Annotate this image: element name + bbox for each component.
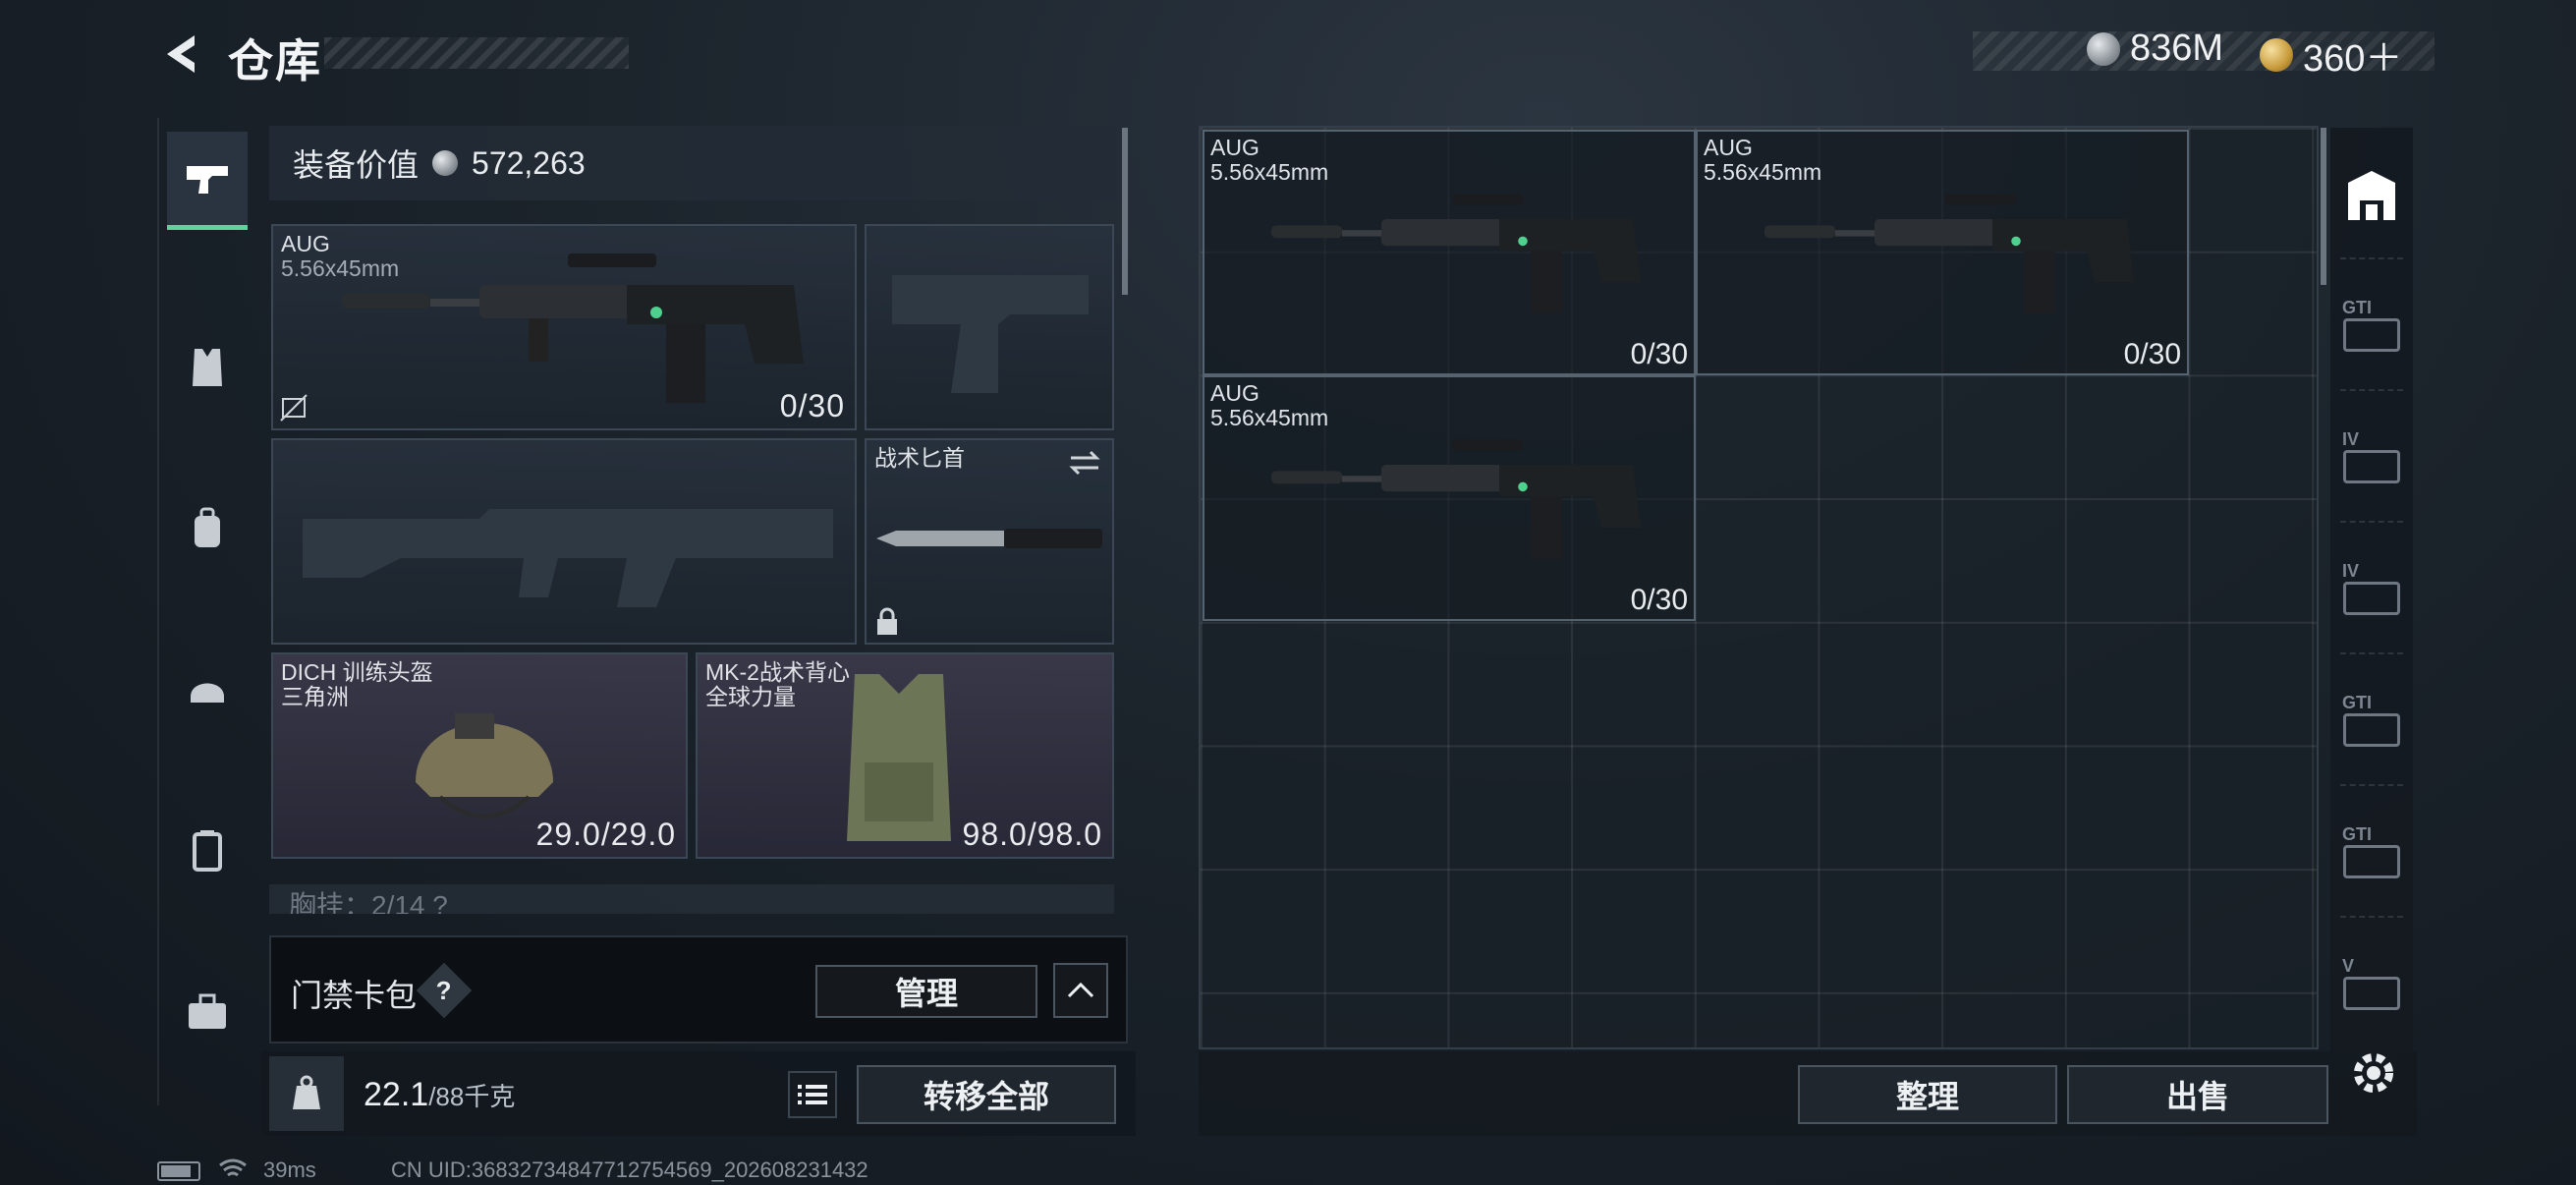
weight-current: 22.1 <box>364 1076 429 1113</box>
backpack-icon <box>195 507 220 547</box>
rail-storage-4[interactable]: GTI <box>2336 670 2407 768</box>
rail-storage-3[interactable]: IV <box>2336 538 2407 637</box>
toolbox-icon <box>189 993 226 1029</box>
safe-box-icon <box>2343 976 2400 1010</box>
weight-max: /88千克 <box>428 1082 516 1111</box>
sidearm-slot[interactable] <box>865 224 1114 430</box>
sort-button[interactable]: 整理 <box>1798 1065 2057 1124</box>
ping-readout: 39ms <box>263 1157 316 1182</box>
pistol-icon <box>187 165 228 194</box>
inventory-item[interactable]: AUG 5.56x45mm 0/30 <box>1203 375 1696 621</box>
rail-storage-1[interactable]: GTI <box>2336 275 2407 373</box>
equipment-value-label: 装备价值 <box>293 147 420 183</box>
storage-box-icon <box>2343 449 2400 483</box>
lock-icon <box>877 607 897 635</box>
user-uid: CN UID:3683273484771275456​9_20260823143… <box>391 1157 868 1182</box>
vest-slot[interactable]: MK-2战术背心 全球力量 98.0/98.0 <box>696 652 1114 859</box>
silver-coin-icon <box>2087 31 2120 66</box>
pistol-silhouette-icon <box>892 275 1089 393</box>
vest-icon <box>193 349 222 386</box>
help-icon: ? <box>436 975 452 1005</box>
case-icon <box>193 830 222 872</box>
rail-storage-2[interactable]: IV <box>2336 407 2407 505</box>
helmet-slot[interactable]: DICH 训练头盔 三角洲 29.0/29.0 <box>271 652 688 859</box>
vest-subtitle: 全球力量 <box>705 684 796 709</box>
rail-backpack[interactable] <box>167 480 248 578</box>
category-rail <box>157 118 255 1105</box>
inventory-item[interactable]: AUG 5.56x45mm 0/30 <box>1696 130 2189 375</box>
list-view-button[interactable] <box>788 1071 837 1118</box>
chevron-up-icon <box>1067 982 1094 998</box>
combat-knife-icon <box>876 529 1102 548</box>
rail-container[interactable] <box>167 802 248 900</box>
page-title: 仓库 <box>228 35 322 86</box>
rail-storage-6[interactable]: V <box>2336 933 2407 1032</box>
silver-coin-icon <box>432 150 459 176</box>
helmet-icon <box>191 683 224 703</box>
inventory-item[interactable]: AUG 5.56x45mm 0/30 <box>1203 130 1696 375</box>
wifi-icon <box>219 1158 247 1177</box>
secondary-weapon-slot[interactable] <box>271 438 857 645</box>
storage-box-icon <box>2343 317 2400 352</box>
rail-storage-5[interactable]: GTI <box>2336 802 2407 900</box>
aug-rifle-icon <box>1271 194 1641 313</box>
manage-button[interactable]: 管理 <box>815 965 1037 1018</box>
no-attachment-icon <box>280 394 308 422</box>
vest-name: MK-2战术背心 <box>705 659 850 685</box>
rail-helmet[interactable] <box>167 641 248 739</box>
aug-rifle-icon <box>1764 194 2134 313</box>
aug-rifle-icon <box>342 254 804 403</box>
weight-readout: 22.1/88千克 <box>364 1076 515 1114</box>
item-name: AUG <box>1704 135 1753 160</box>
silver-amount: 836M <box>2130 28 2224 69</box>
chest-rig-row[interactable]: 胸挂：2/14 ? <box>269 884 1114 914</box>
aug-rifle-icon <box>1271 439 1641 559</box>
gold-currency[interactable]: 360＋ <box>2260 28 2402 82</box>
rail-weapons[interactable] <box>167 132 248 230</box>
weight-kg-icon <box>269 1056 344 1131</box>
equipment-value-amount: 572,263 <box>472 144 586 181</box>
battery-icon <box>157 1161 200 1181</box>
swap-icon[interactable] <box>1067 448 1102 478</box>
tactical-vest-icon <box>847 674 951 841</box>
vest-durability: 98.0/98.0 <box>962 817 1102 852</box>
weapon-ammo: 0/30 <box>779 388 845 423</box>
rifle-silhouette-icon <box>303 509 833 607</box>
rail-toolbox[interactable] <box>167 963 248 1061</box>
equipment-value: 装备价值 572,263 <box>269 126 1116 200</box>
storage-box-icon <box>2343 581 2400 615</box>
item-ammo: 0/30 <box>1630 338 1688 370</box>
item-name: AUG <box>1210 135 1260 160</box>
gold-amount: 360＋ <box>2303 38 2403 80</box>
collapse-button[interactable] <box>1053 963 1108 1018</box>
left-scrollbar[interactable] <box>1122 128 1128 295</box>
knife-name: 战术匕首 <box>874 445 965 471</box>
grid-scrollbar[interactable] <box>2321 128 2326 285</box>
gear-icon[interactable] <box>2346 1045 2401 1100</box>
rail-armory[interactable] <box>2336 147 2407 246</box>
gold-coin-icon <box>2260 37 2293 72</box>
item-ammo: 0/30 <box>2123 338 2181 370</box>
armory-icon <box>2348 171 2395 220</box>
rail-armor[interactable] <box>167 318 248 417</box>
back-arrow-icon[interactable] <box>157 29 206 79</box>
helmet-durability: 29.0/29.0 <box>535 817 676 852</box>
silver-currency[interactable]: 836M <box>2087 28 2223 70</box>
title-decoration <box>324 37 629 69</box>
transfer-all-button[interactable]: 转移全部 <box>857 1065 1116 1124</box>
primary-weapon-slot[interactable]: AUG 5.56x45mm 0/30 <box>271 224 857 430</box>
item-ammo: 0/30 <box>1630 584 1688 616</box>
item-name: AUG <box>1210 380 1260 406</box>
storage-box-icon <box>2343 844 2400 878</box>
keycard-pack-label: 门禁卡包 <box>291 978 418 1013</box>
melee-slot[interactable]: 战术匕首 <box>865 438 1114 645</box>
warning-box-icon <box>2343 712 2400 747</box>
sell-button[interactable]: 出售 <box>2067 1065 2328 1124</box>
list-icon <box>798 1085 827 1104</box>
